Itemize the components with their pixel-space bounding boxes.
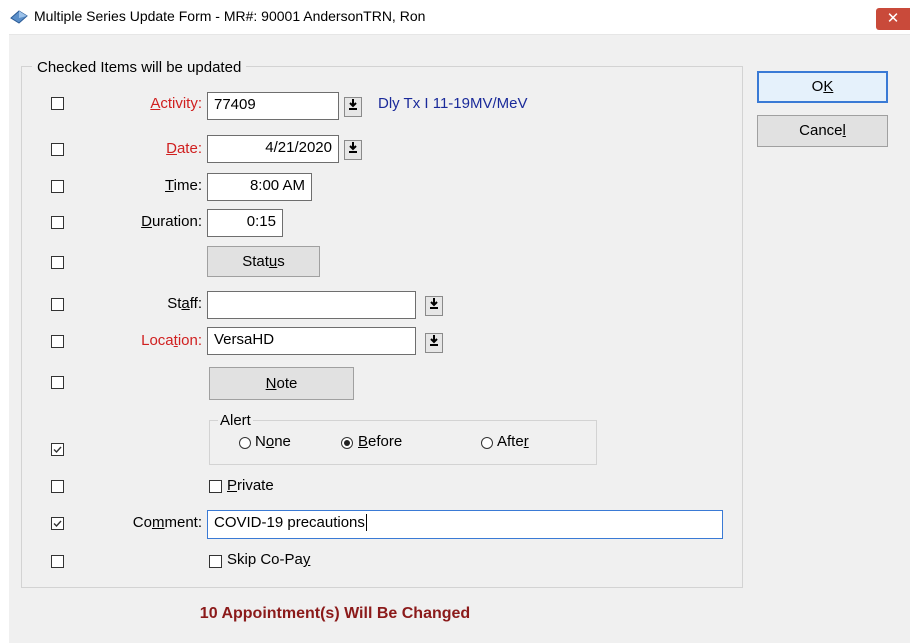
location-dropdown-icon[interactable] <box>425 333 443 353</box>
duration-input[interactable]: 0:15 <box>207 209 283 237</box>
group-title: Checked Items will be updated <box>32 59 247 76</box>
comment-checkbox[interactable] <box>51 517 64 530</box>
location-input[interactable]: VersaHD <box>207 327 416 355</box>
location-checkbox[interactable] <box>51 335 64 348</box>
appointments-changed-message: 10 Appointment(s) Will Be Changed <box>199 605 471 622</box>
activity-dropdown-icon[interactable] <box>344 97 362 117</box>
skip-copay-checkbox[interactable] <box>209 555 222 568</box>
note-checkbox[interactable] <box>51 376 64 389</box>
date-dropdown-icon[interactable] <box>344 140 362 160</box>
activity-label: Activity: <box>150 95 202 112</box>
status-button[interactable]: Status <box>207 246 320 277</box>
note-button[interactable]: Note <box>209 367 354 400</box>
alert-after-label[interactable]: After <box>497 433 529 450</box>
activity-description: Dly Tx I 11-19MV/MeV <box>378 95 528 112</box>
alert-none-radio[interactable] <box>239 437 251 449</box>
alert-before-label[interactable]: Before <box>358 433 402 450</box>
status-checkbox[interactable] <box>51 256 64 269</box>
app-icon <box>10 10 28 24</box>
activity-checkbox[interactable] <box>51 97 64 110</box>
staff-checkbox[interactable] <box>51 298 64 311</box>
date-label: Date: <box>166 140 202 157</box>
alert-checkbox[interactable] <box>51 443 64 456</box>
activity-input[interactable]: 77409 <box>207 92 339 120</box>
staff-input[interactable] <box>207 291 416 319</box>
skip-copay-row-checkbox[interactable] <box>51 555 64 568</box>
ok-button[interactable]: OK <box>757 71 888 103</box>
alert-before-radio[interactable] <box>341 437 353 449</box>
time-input[interactable]: 8:00 AM <box>207 173 312 201</box>
close-icon[interactable]: ✕ <box>876 8 910 30</box>
private-checkbox[interactable] <box>209 480 222 493</box>
comment-input[interactable]: COVID-19 precautions <box>207 510 723 539</box>
date-checkbox[interactable] <box>51 143 64 156</box>
private-row-checkbox[interactable] <box>51 480 64 493</box>
text-caret <box>365 514 367 531</box>
duration-label: Duration: <box>141 213 202 230</box>
staff-dropdown-icon[interactable] <box>425 296 443 316</box>
skip-copay-label[interactable]: Skip Co-Pay <box>227 551 310 568</box>
date-input[interactable]: 4/21/2020 <box>207 135 339 163</box>
comment-label: Comment: <box>132 514 202 531</box>
location-label: Location: <box>141 332 202 349</box>
alert-none-label[interactable]: None <box>255 433 291 450</box>
staff-label: Staff: <box>167 295 202 312</box>
alert-group-title: Alert <box>218 412 253 429</box>
window-frame <box>0 34 9 643</box>
cancel-button[interactable]: Cancel <box>757 115 888 147</box>
alert-after-radio[interactable] <box>481 437 493 449</box>
time-label: Time: <box>165 177 202 194</box>
window-title: Multiple Series Update Form - MR#: 90001… <box>34 8 426 24</box>
duration-checkbox[interactable] <box>51 216 64 229</box>
time-checkbox[interactable] <box>51 180 64 193</box>
private-label[interactable]: Private <box>227 477 274 494</box>
